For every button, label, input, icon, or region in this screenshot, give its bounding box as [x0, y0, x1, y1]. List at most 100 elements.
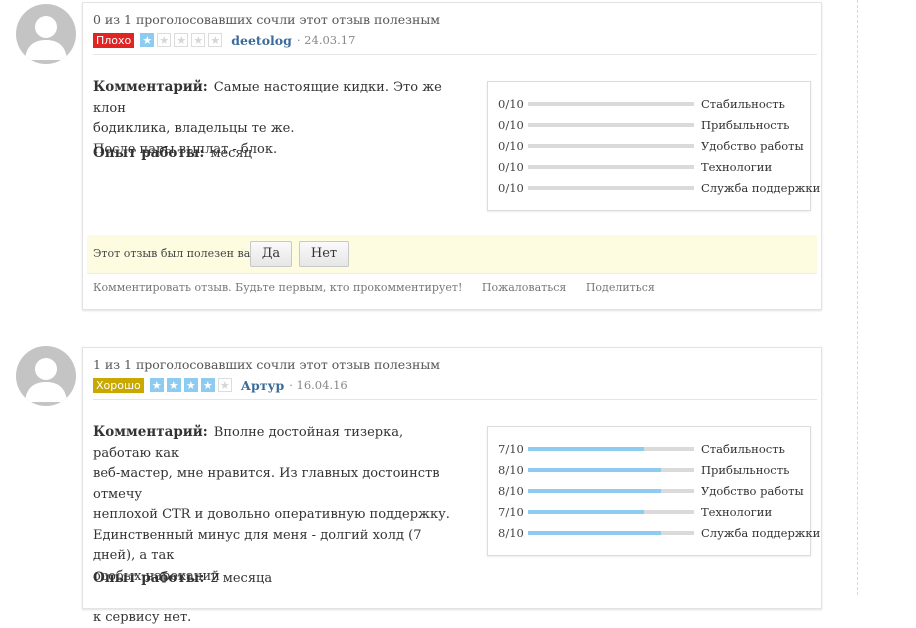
helpful-bar: Этот отзыв был полезен вам? Да Нет — [87, 235, 817, 273]
rating-name: Технологии — [701, 505, 773, 519]
rating-row: 0/10 Служба поддержки — [498, 181, 820, 195]
review-date: · 16.04.16 — [289, 378, 348, 392]
rating-row: 8/10 Служба поддержки — [498, 526, 820, 540]
comment-line: неплохой CTR и довольно оперативную подд… — [93, 507, 450, 522]
comment-line: веб-мастер, мне нравится. Из главных дос… — [93, 466, 440, 502]
rating-row: 7/10 Стабильность — [498, 442, 785, 456]
comment-label: Комментарий: — [93, 79, 208, 95]
rating-name: Прибыльность — [701, 463, 790, 477]
avatar — [16, 346, 76, 406]
experience-value: 2 месяца — [210, 571, 273, 586]
user-silhouette-icon — [25, 358, 67, 402]
comment-line — [93, 589, 97, 604]
experience-label: Опыт работы: — [93, 145, 205, 161]
rating-bar — [528, 510, 694, 514]
rating-bar-fill — [528, 468, 661, 472]
rating-bar-fill — [528, 447, 645, 451]
page-divider-line — [857, 0, 858, 595]
no-button[interactable]: Нет — [299, 241, 349, 267]
rating-name: Удобство работы — [701, 484, 804, 498]
review-footer: Комментировать отзыв. Будьте первым, кто… — [93, 281, 671, 294]
ratings-box: 0/10 Стабильность 0/10 Прибыльность 0/10… — [487, 81, 820, 211]
author-link[interactable]: Артур — [241, 378, 284, 393]
rating-value: 7/10 — [498, 442, 524, 456]
review-date: · 24.03.17 — [296, 33, 356, 47]
rating-value: 0/10 — [498, 97, 524, 111]
star-icon: ★ — [174, 33, 189, 47]
rating-name: Удобство работы — [701, 139, 804, 153]
rating-name: Служба поддержки — [701, 181, 821, 195]
experience: Опыт работы: месяц — [93, 145, 252, 161]
votes-summary: 0 из 1 проголосовавших сочли этот отзыв … — [93, 12, 441, 27]
rating-bar — [528, 531, 694, 535]
rating-name: Прибыльность — [701, 118, 790, 132]
rating-row: 0/10 Прибыльность — [498, 118, 789, 132]
star-icon: ★ — [157, 33, 172, 47]
share-link[interactable]: Поделиться — [586, 281, 655, 294]
rating-bar-fill — [528, 489, 661, 493]
rating-row: 8/10 Удобство работы — [498, 484, 804, 498]
rating-name: Стабильность — [701, 97, 785, 111]
rating-bar-fill — [528, 510, 645, 514]
rating-row: 8/10 Прибыльность — [498, 463, 789, 477]
rating-badge: Хорошо — [93, 377, 144, 393]
star-icon: ★ — [166, 378, 181, 392]
review-card: 0 из 1 проголосовавших сочли этот отзыв … — [82, 2, 822, 310]
rating-bar — [528, 102, 694, 106]
rating-row: 0/10 Стабильность — [498, 97, 785, 111]
experience: Опыт работы: 2 месяца — [93, 570, 272, 586]
rating-value: 0/10 — [498, 181, 524, 195]
comment-line: к сервису нет. — [93, 609, 192, 625]
star-rating: ★ ★ ★ ★ ★ — [149, 378, 235, 392]
rating-bar — [528, 123, 694, 127]
rating-value: 8/10 — [498, 526, 524, 540]
rating-bar — [528, 447, 694, 451]
rating-bar — [528, 144, 694, 148]
helpful-question: Этот отзыв был полезен вам? — [93, 247, 265, 260]
divider — [87, 273, 817, 274]
experience-value: месяц — [210, 146, 252, 161]
experience-label: Опыт работы: — [93, 570, 205, 586]
rating-badge: Плохо — [93, 32, 135, 48]
ratings-box: 7/10 Стабильность 8/10 Прибыльность 8/10… — [487, 426, 820, 556]
comment-line: бодиклика, владельцы те же. — [93, 121, 295, 136]
rating-bar — [528, 468, 694, 472]
rating-row: 0/10 Удобство работы — [498, 139, 804, 153]
comment-label: Комментарий: — [93, 424, 208, 440]
divider — [93, 54, 817, 55]
rating-name: Служба поддержки — [701, 526, 821, 540]
yes-button[interactable]: Да — [250, 241, 292, 267]
rating-value: 8/10 — [498, 484, 524, 498]
review-meta: Плохо ★ ★ ★ ★ ★ deetolog · 24.03.17 — [93, 32, 355, 48]
star-icon: ★ — [200, 378, 215, 392]
user-silhouette-icon — [25, 16, 67, 60]
review-meta: Хорошо ★ ★ ★ ★ ★ Артур · 16.04.16 — [93, 377, 348, 393]
star-icon: ★ — [191, 33, 206, 47]
comment-link[interactable]: Комментировать отзыв. Будьте первым, кто… — [93, 281, 462, 294]
rating-bar — [528, 489, 694, 493]
comment-block: Комментарий: Вполне достойная тизерка, ра… — [93, 422, 455, 628]
star-icon: ★ — [217, 378, 232, 392]
rating-name: Технологии — [701, 160, 773, 174]
avatar — [16, 4, 76, 64]
star-icon: ★ — [183, 378, 198, 392]
rating-value: 0/10 — [498, 139, 524, 153]
star-icon: ★ — [208, 33, 223, 47]
divider — [93, 399, 817, 400]
star-icon: ★ — [149, 378, 164, 392]
star-icon: ★ — [140, 33, 155, 47]
rating-bar — [528, 165, 694, 169]
author-link[interactable]: deetolog — [231, 33, 292, 48]
votes-summary: 1 из 1 проголосовавших сочли этот отзыв … — [93, 357, 441, 372]
rating-value: 8/10 — [498, 463, 524, 477]
report-link[interactable]: Пожаловаться — [482, 281, 566, 294]
review-card: 1 из 1 проголосовавших сочли этот отзыв … — [82, 347, 822, 625]
rating-row: 0/10 Технологии — [498, 160, 772, 174]
rating-bar-fill — [528, 531, 661, 535]
rating-value: 0/10 — [498, 118, 524, 132]
rating-value: 0/10 — [498, 160, 524, 174]
star-rating: ★ ★ ★ ★ ★ — [140, 33, 225, 47]
comment-line: Единственный минус для меня - долгий хол… — [93, 527, 422, 564]
rating-row: 7/10 Технологии — [498, 505, 772, 519]
rating-name: Стабильность — [701, 442, 785, 456]
